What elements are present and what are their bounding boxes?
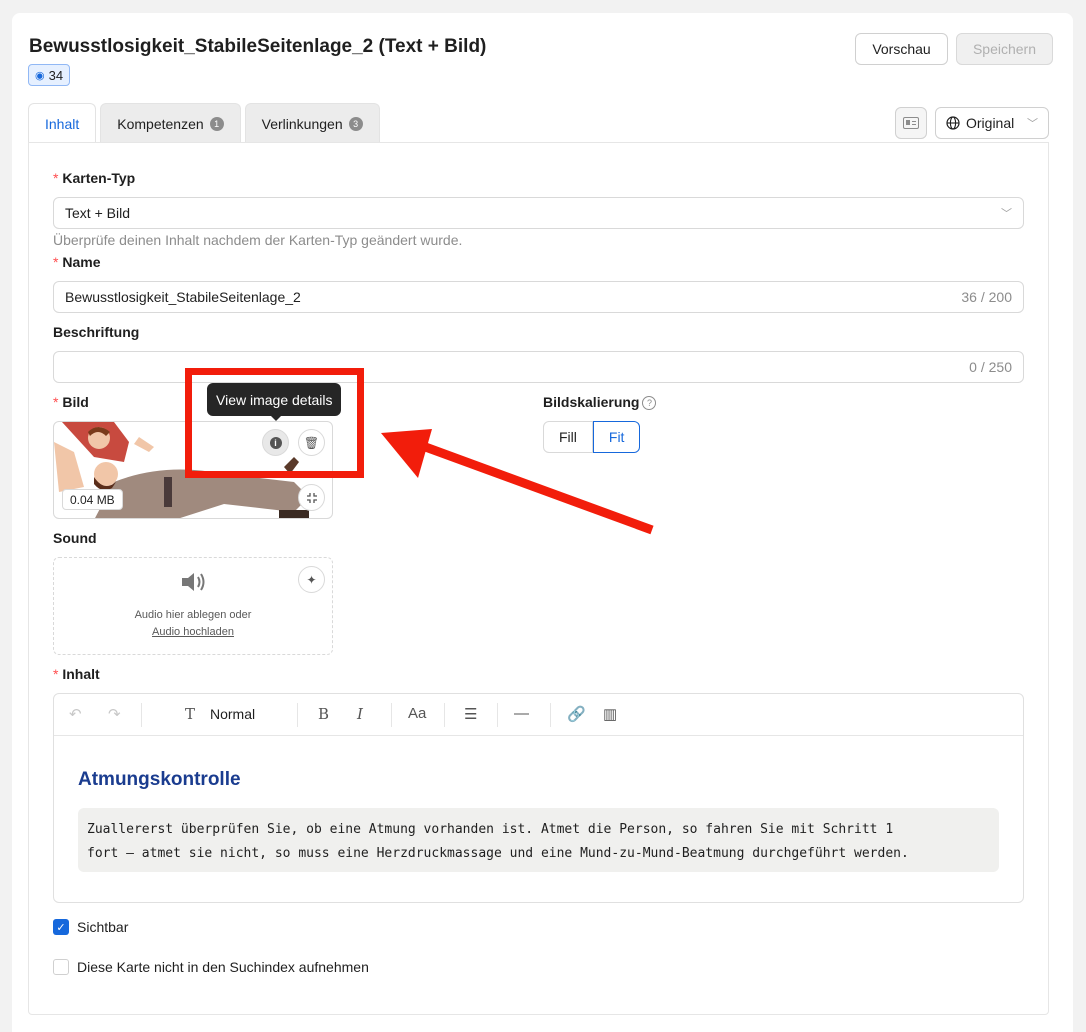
visible-checkbox[interactable]: ✓ <box>53 919 69 935</box>
code-line: Zuallererst überprüfen Sie, ob eine Atmu… <box>87 822 894 837</box>
toolbar-divider <box>497 703 498 727</box>
no-index-checkbox[interactable] <box>53 959 69 975</box>
sound-label: Sound <box>53 530 97 546</box>
text-format-select[interactable]: Normal <box>210 706 255 722</box>
no-index-label: Diese Karte nicht in den Suchindex aufne… <box>77 959 369 975</box>
align-left-icon[interactable]: ☰ <box>464 705 477 723</box>
content-label: Inhalt <box>53 666 100 682</box>
help-icon[interactable]: ? <box>642 396 657 410</box>
content-heading: Atmungskontrolle <box>78 769 241 790</box>
scaling-toggle: Fill Fit <box>543 421 641 453</box>
italic-icon[interactable]: I <box>357 705 363 723</box>
sound-upload-link[interactable]: Audio hochladen <box>54 626 332 638</box>
scaling-fit-option[interactable]: Fit <box>592 421 641 453</box>
redo-icon[interactable]: ↷ <box>108 705 121 723</box>
speaker-icon <box>182 573 205 591</box>
bold-icon[interactable]: B <box>318 705 329 723</box>
rich-text-editor[interactable]: ↶ ↷ T Normal B I Aa ☰ — 🔗 ▥ Atmungskontr… <box>53 693 1024 903</box>
toolbar-divider <box>444 703 445 727</box>
scaling-label: Bildskalierung? <box>543 394 657 410</box>
toolbar-divider <box>141 703 142 727</box>
sparkle-icon: ✦ <box>306 572 317 587</box>
toolbar-divider <box>391 703 392 727</box>
sound-drop-text: Audio hier ablegen oder <box>134 609 252 621</box>
text-format-icon: T <box>185 705 196 723</box>
editor-toolbar: ↶ ↷ T Normal B I Aa ☰ — 🔗 ▥ <box>54 694 1023 736</box>
undo-icon[interactable]: ↶ <box>69 705 82 723</box>
code-line: fort – atmet sie nicht, so muss eine Her… <box>87 846 909 861</box>
ai-generate-button[interactable]: ✦ <box>298 566 325 593</box>
label-text: Inhalt <box>62 666 100 682</box>
toolbar-divider <box>297 703 298 727</box>
checkmark-icon: ✓ <box>56 921 66 934</box>
sound-dropzone[interactable]: Audio hier ablegen oder Audio hochladen <box>53 557 333 655</box>
library-icon[interactable]: ▥ <box>603 705 617 723</box>
link-icon[interactable]: 🔗 <box>567 705 586 723</box>
label-text: Bildskalierung <box>543 394 640 410</box>
font-case-icon[interactable]: Aa <box>408 705 426 722</box>
visible-label: Sichtbar <box>77 919 129 935</box>
toolbar-divider <box>550 703 551 727</box>
horizontal-rule-icon[interactable]: — <box>514 705 529 722</box>
content-code-block: Zuallererst überprüfen Sie, ob eine Atmu… <box>78 808 999 872</box>
scaling-fill-option[interactable]: Fill <box>543 421 593 453</box>
